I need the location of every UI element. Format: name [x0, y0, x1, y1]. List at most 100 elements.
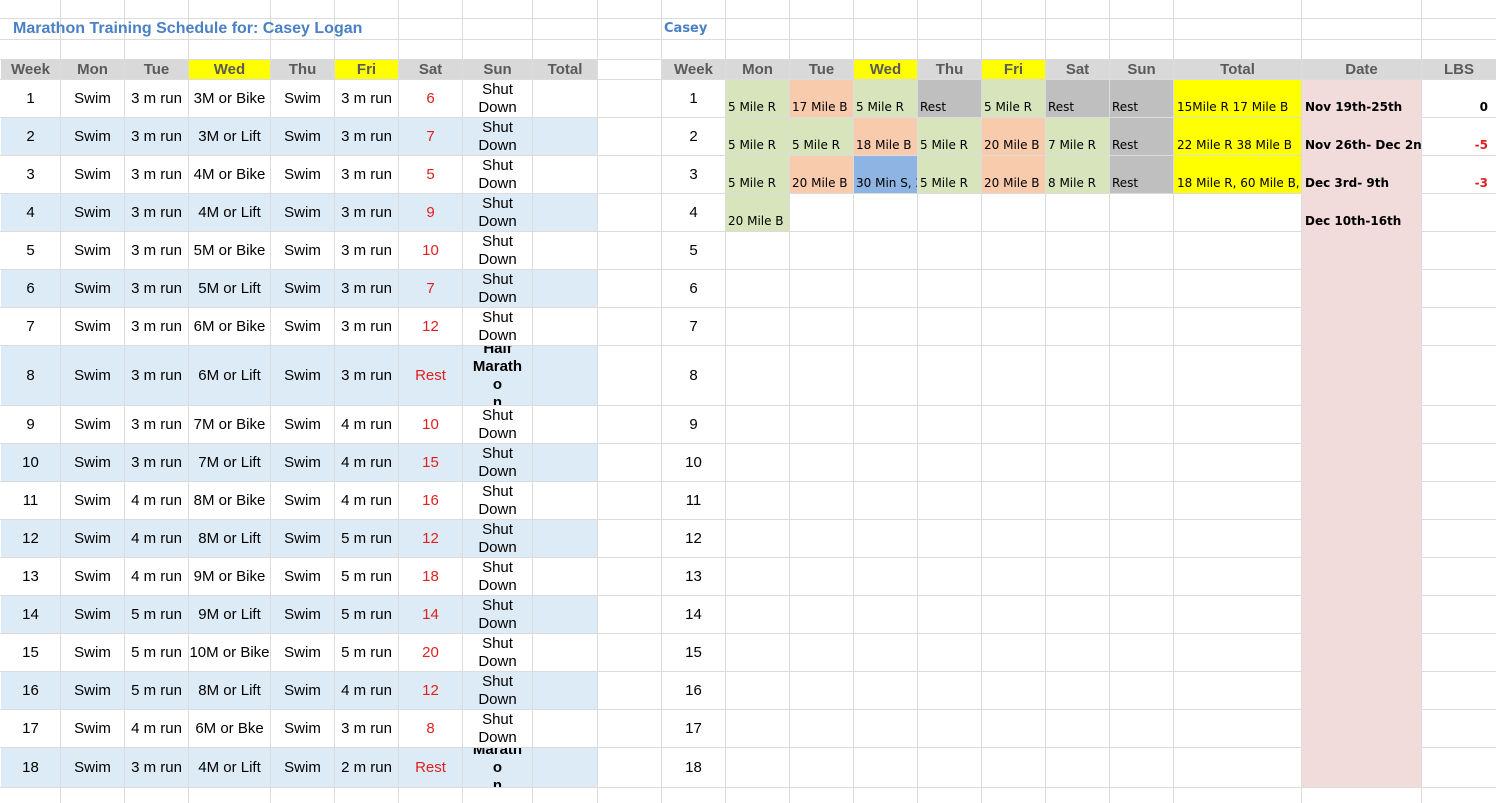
schedule-tue-cell[interactable]: 3 m run	[125, 118, 188, 155]
log-mon-cell[interactable]: 20 Mile B	[726, 194, 789, 231]
log-week-cell[interactable]: 4	[662, 194, 725, 231]
schedule-fri-cell[interactable]: 4 m run	[335, 406, 398, 443]
schedule-tue-cell[interactable]: 3 m run	[125, 80, 188, 117]
schedule-fri-cell[interactable]: 5 m run	[335, 596, 398, 633]
schedule-thu-cell[interactable]: Swim	[271, 634, 334, 671]
log-mon-cell[interactable]: 5 Mile R	[726, 156, 789, 193]
schedule-sun-cell[interactable]: Shut Down	[463, 482, 532, 519]
schedule-sun-cell[interactable]: Maratho n	[463, 748, 532, 787]
left-header-thu[interactable]: Thu	[271, 60, 334, 79]
log-date-cell[interactable]: Dec 10th-16th	[1302, 194, 1421, 231]
log-tue-cell[interactable]	[790, 194, 853, 231]
log-week-cell[interactable]: 9	[662, 406, 725, 443]
schedule-total-cell[interactable]	[533, 406, 597, 443]
schedule-week-cell[interactable]: 6	[1, 270, 60, 307]
log-thu-cell[interactable]	[918, 194, 981, 231]
right-header-tue[interactable]: Tue	[790, 60, 853, 79]
log-wed-cell[interactable]: 30 Min S, 20	[854, 156, 917, 193]
log-wed-cell[interactable]: 5 Mile R	[854, 80, 917, 117]
schedule-wed-cell[interactable]: 8M or Lift	[189, 520, 270, 557]
schedule-total-cell[interactable]	[533, 156, 597, 193]
left-header-wed[interactable]: Wed	[189, 60, 270, 79]
schedule-thu-cell[interactable]: Swim	[271, 482, 334, 519]
schedule-total-cell[interactable]	[533, 232, 597, 269]
schedule-week-cell[interactable]: 3	[1, 156, 60, 193]
log-week-cell[interactable]: 5	[662, 232, 725, 269]
schedule-thu-cell[interactable]: Swim	[271, 520, 334, 557]
schedule-mon-cell[interactable]: Swim	[61, 710, 124, 747]
schedule-fri-cell[interactable]: 3 m run	[335, 270, 398, 307]
schedule-wed-cell[interactable]: 9M or Lift	[189, 596, 270, 633]
schedule-tue-cell[interactable]: 3 m run	[125, 748, 188, 787]
schedule-sun-cell[interactable]: Shut Down	[463, 156, 532, 193]
schedule-total-cell[interactable]	[533, 634, 597, 671]
schedule-thu-cell[interactable]: Swim	[271, 156, 334, 193]
right-header-mon[interactable]: Mon	[726, 60, 789, 79]
left-header-mon[interactable]: Mon	[61, 60, 124, 79]
log-sat-cell[interactable]: Rest	[1046, 80, 1109, 117]
schedule-week-cell[interactable]: 17	[1, 710, 60, 747]
schedule-mon-cell[interactable]: Swim	[61, 444, 124, 481]
schedule-tue-cell[interactable]: 3 m run	[125, 194, 188, 231]
schedule-week-cell[interactable]: 1	[1, 80, 60, 117]
schedule-tue-cell[interactable]: 4 m run	[125, 558, 188, 595]
log-week-cell[interactable]: 15	[662, 634, 725, 671]
schedule-fri-cell[interactable]: 5 m run	[335, 520, 398, 557]
schedule-wed-cell[interactable]: 9M or Bike	[189, 558, 270, 595]
log-thu-cell[interactable]: Rest	[918, 80, 981, 117]
schedule-mon-cell[interactable]: Swim	[61, 232, 124, 269]
schedule-tue-cell[interactable]: 5 m run	[125, 672, 188, 709]
log-fri-cell[interactable]: 5 Mile R	[982, 80, 1045, 117]
log-mon-cell[interactable]: 5 Mile R	[726, 118, 789, 155]
schedule-sun-cell[interactable]: Shut Down	[463, 194, 532, 231]
log-mon-cell[interactable]: 5 Mile R	[726, 80, 789, 117]
schedule-fri-cell[interactable]: 3 m run	[335, 80, 398, 117]
log-week-cell[interactable]: 7	[662, 308, 725, 345]
log-sun-cell[interactable]	[1110, 194, 1173, 231]
left-header-total[interactable]: Total	[533, 60, 597, 79]
right-header-fri[interactable]: Fri	[982, 60, 1045, 79]
schedule-total-cell[interactable]	[533, 444, 597, 481]
schedule-wed-cell[interactable]: 4M or Lift	[189, 748, 270, 787]
log-wed-cell[interactable]	[854, 194, 917, 231]
schedule-tue-cell[interactable]: 5 m run	[125, 634, 188, 671]
schedule-sat-cell[interactable]: 7	[399, 118, 462, 155]
schedule-thu-cell[interactable]: Swim	[271, 406, 334, 443]
schedule-mon-cell[interactable]: Swim	[61, 634, 124, 671]
schedule-sun-cell[interactable]: Shut Down	[463, 80, 532, 117]
log-lbs-cell[interactable]	[1422, 194, 1496, 231]
log-week-cell[interactable]: 14	[662, 596, 725, 633]
left-header-fri[interactable]: Fri	[335, 60, 398, 79]
log-thu-cell[interactable]: 5 Mile R	[918, 118, 981, 155]
log-total-cell[interactable]: 18 Mile R, 60 Mile B,	[1174, 156, 1301, 193]
schedule-sat-cell[interactable]: 5	[399, 156, 462, 193]
schedule-wed-cell[interactable]: 4M or Lift	[189, 194, 270, 231]
schedule-total-cell[interactable]	[533, 482, 597, 519]
schedule-sun-cell[interactable]: Half Maratho n	[463, 346, 532, 405]
schedule-fri-cell[interactable]: 3 m run	[335, 156, 398, 193]
schedule-thu-cell[interactable]: Swim	[271, 444, 334, 481]
schedule-wed-cell[interactable]: 3M or Bike	[189, 80, 270, 117]
schedule-wed-cell[interactable]: 7M or Bike	[189, 406, 270, 443]
schedule-tue-cell[interactable]: 4 m run	[125, 482, 188, 519]
schedule-tue-cell[interactable]: 3 m run	[125, 444, 188, 481]
log-week-cell[interactable]: 2	[662, 118, 725, 155]
schedule-fri-cell[interactable]: 4 m run	[335, 672, 398, 709]
schedule-sat-cell[interactable]: 16	[399, 482, 462, 519]
schedule-wed-cell[interactable]: 6M or Bke	[189, 710, 270, 747]
schedule-sun-cell[interactable]: Shut Down	[463, 232, 532, 269]
name-label[interactable]: Casey	[662, 19, 725, 39]
right-header-date[interactable]: Date	[1302, 60, 1421, 79]
left-header-sat[interactable]: Sat	[399, 60, 462, 79]
log-tue-cell[interactable]: 5 Mile R	[790, 118, 853, 155]
schedule-thu-cell[interactable]: Swim	[271, 748, 334, 787]
log-week-cell[interactable]: 11	[662, 482, 725, 519]
log-fri-cell[interactable]	[982, 194, 1045, 231]
log-week-cell[interactable]: 16	[662, 672, 725, 709]
schedule-wed-cell[interactable]: 5M or Bike	[189, 232, 270, 269]
spreadsheet[interactable]: Marathon Training Schedule for: Casey Lo…	[0, 0, 1496, 803]
schedule-week-cell[interactable]: 12	[1, 520, 60, 557]
schedule-tue-cell[interactable]: 3 m run	[125, 270, 188, 307]
schedule-sun-cell[interactable]: Shut Down	[463, 710, 532, 747]
schedule-mon-cell[interactable]: Swim	[61, 596, 124, 633]
